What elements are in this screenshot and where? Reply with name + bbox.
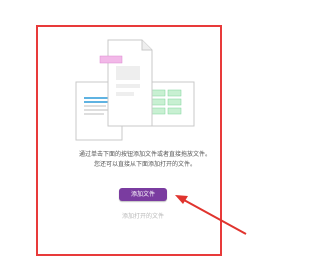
page: 通过单击下面的按钮添加文件或者直接拖放文件。 您还可以直接从下面添加打开的文件。… <box>0 0 281 276</box>
add-open-file-link[interactable]: 添加打开的文件 <box>106 213 180 221</box>
add-file-button[interactable]: 添加文件 <box>119 188 167 201</box>
drop-hint-line2: 您还可以直接从下面添加打开的文件。 <box>93 161 196 168</box>
document-stack-illustration-icon <box>75 39 195 141</box>
drop-hint-line1: 通过单击下面的按钮添加文件或者直接拖放文件。 <box>78 151 211 158</box>
spreadsheet-document-icon <box>147 81 195 127</box>
front-document-icon <box>99 39 153 127</box>
